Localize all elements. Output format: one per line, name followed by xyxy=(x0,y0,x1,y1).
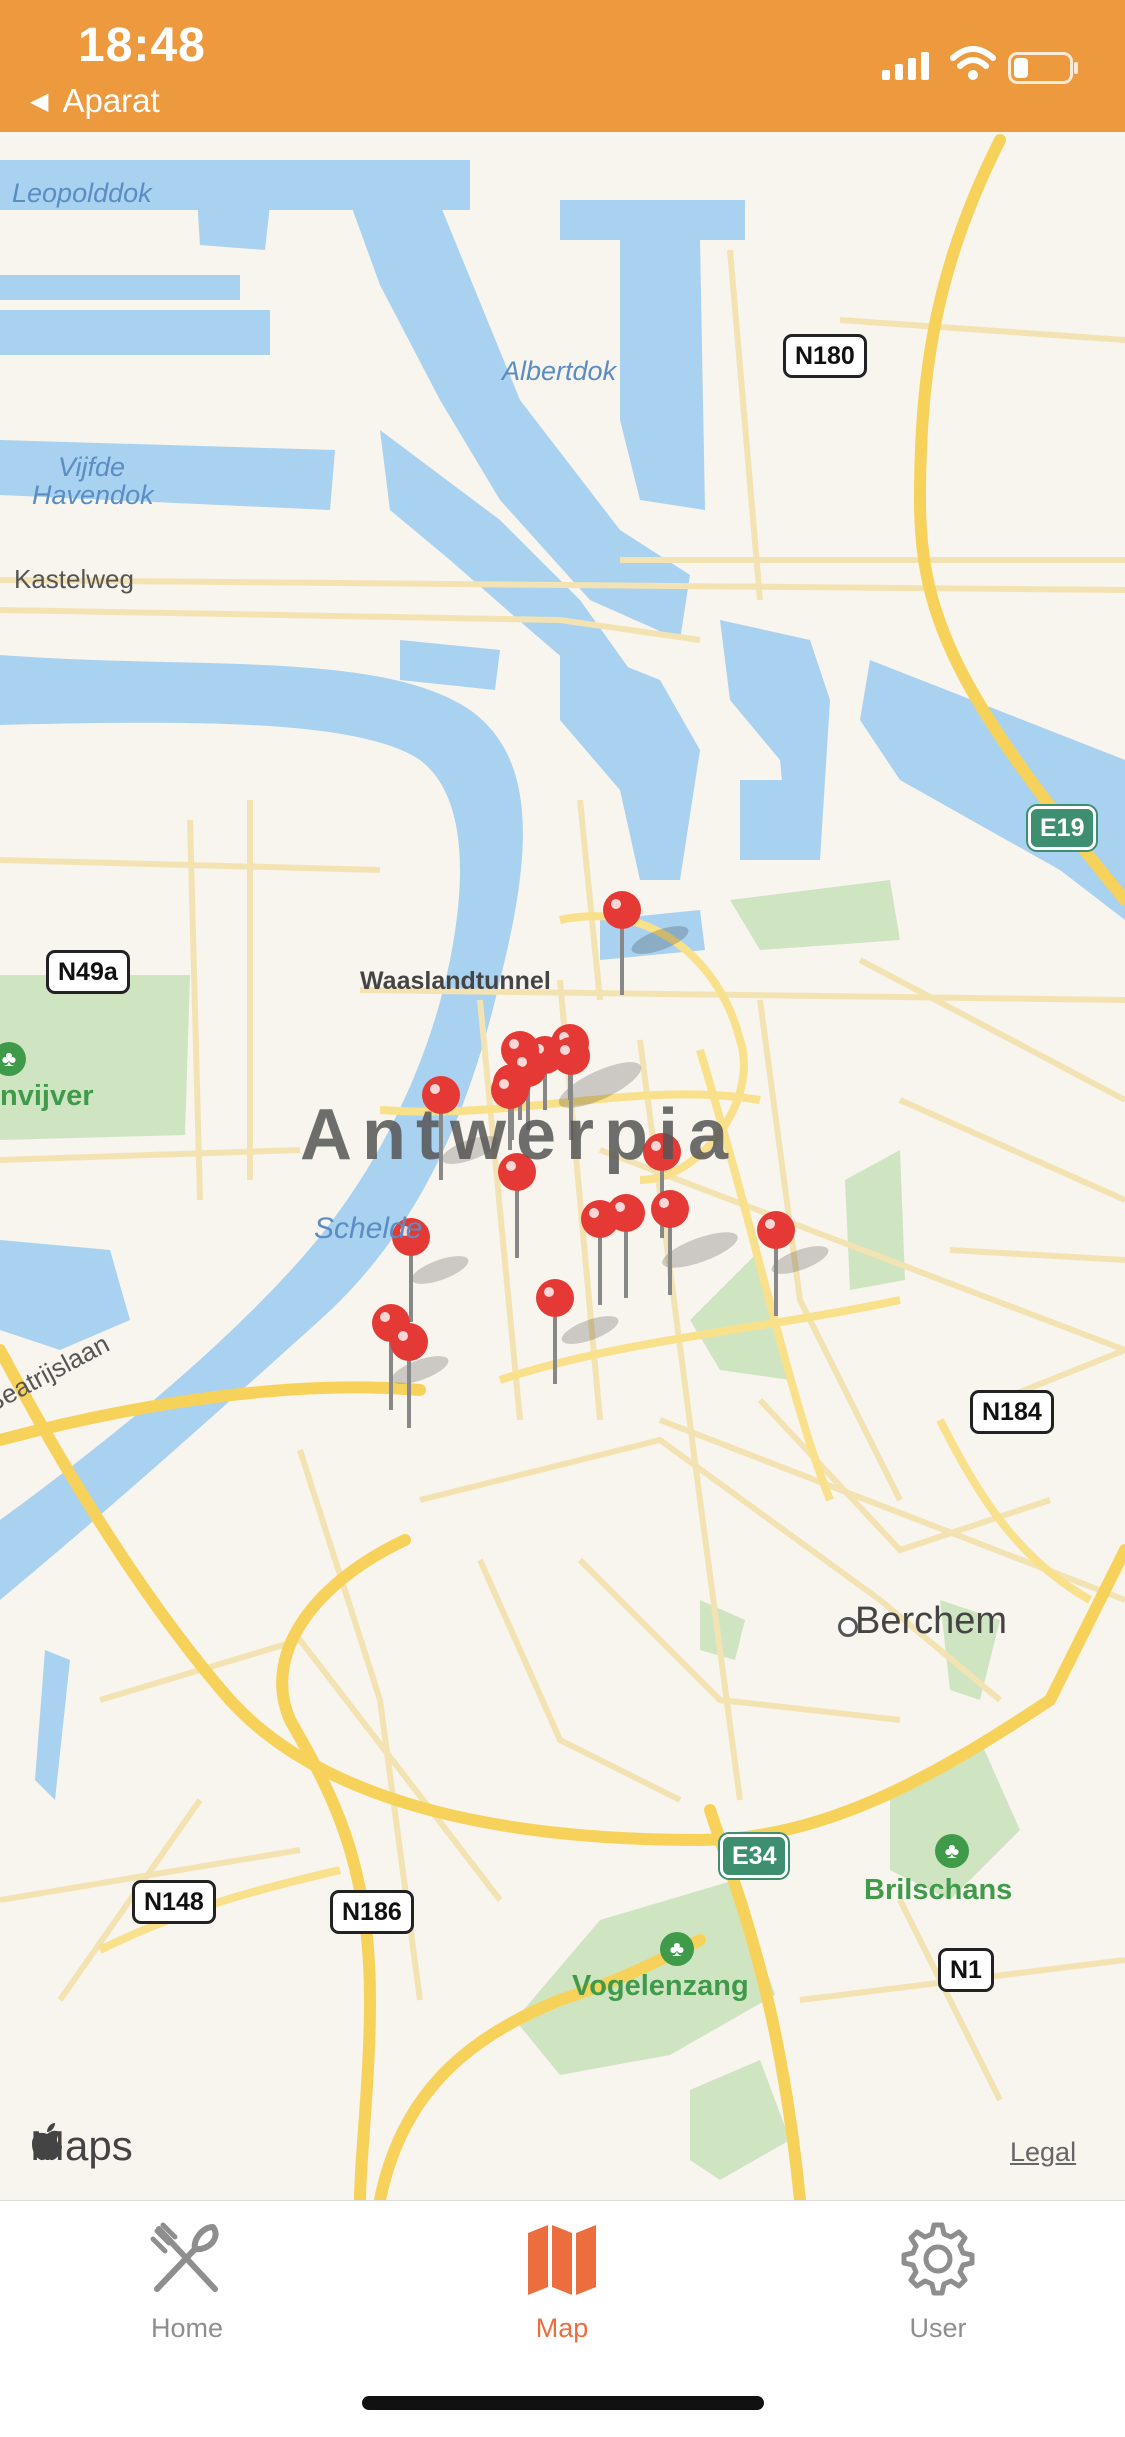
label-kastelweg: Kastelweg xyxy=(14,564,134,594)
road-shield-n148: N148 xyxy=(132,1880,216,1924)
battery-icon xyxy=(1008,52,1078,84)
label-berchem: Berchem xyxy=(855,1600,1008,1642)
map-view[interactable]: Leopolddok Albertdok Vijfde Havendok Kas… xyxy=(0,132,1125,2200)
fork-knife-icon xyxy=(150,2222,219,2292)
road-shield-n180: N180 xyxy=(783,334,867,378)
label-leopolddok: Leopolddok xyxy=(12,178,152,208)
tab-home-label: Home xyxy=(150,2313,224,2343)
status-bar: 18:48 ◀ Aparat xyxy=(0,0,1125,132)
wifi-icon xyxy=(950,46,996,80)
tab-user[interactable]: User xyxy=(838,2221,1038,2344)
tab-home[interactable]: Home xyxy=(87,2221,287,2344)
tab-map-label: Map xyxy=(535,2313,589,2343)
apple-maps-logo: Maps xyxy=(30,2122,133,2170)
road-shield-e34: E34 xyxy=(720,1834,789,1878)
signal-icon xyxy=(882,52,929,80)
label-schelde: Schelde xyxy=(314,1212,423,1245)
label-vijver: nvijver xyxy=(0,1080,94,1112)
back-to-app-button[interactable]: ◀ Aparat xyxy=(30,82,160,120)
home-indicator[interactable] xyxy=(362,2396,764,2410)
tab-user-label: User xyxy=(909,2313,967,2343)
back-label: Aparat xyxy=(62,82,160,119)
back-triangle-icon: ◀ xyxy=(30,87,49,115)
label-waaslandtunnel: Waaslandtunnel xyxy=(360,967,551,995)
park-tree-icon: ♣ xyxy=(935,1834,969,1868)
label-havendok: Havendok xyxy=(32,480,154,510)
label-vogelenzang: Vogelenzang xyxy=(572,1970,749,2002)
berchem-dot-icon xyxy=(838,1617,858,1637)
road-shield-n49a: N49a xyxy=(46,950,130,994)
label-albertdok: Albertdok xyxy=(502,356,617,386)
tab-map[interactable]: Map xyxy=(462,2221,662,2344)
label-vijfde: Vijfde xyxy=(58,452,126,482)
status-time: 18:48 xyxy=(78,19,206,72)
map-icon xyxy=(528,2225,596,2295)
road-shield-n184: N184 xyxy=(970,1390,1054,1434)
park-tree-icon: ♣ xyxy=(660,1932,694,1966)
gear-icon xyxy=(901,2222,975,2296)
label-city: Antwerpia xyxy=(300,1095,739,1175)
apple-icon xyxy=(32,2123,62,2161)
road-shield-n1: N1 xyxy=(938,1948,994,1992)
road-shield-e19: E19 xyxy=(1028,806,1097,850)
road-shield-n186: N186 xyxy=(330,1890,414,1934)
legal-link[interactable]: Legal xyxy=(1010,2137,1076,2168)
label-brilschans: Brilschans xyxy=(864,1874,1013,1906)
pin xyxy=(651,1190,689,1295)
